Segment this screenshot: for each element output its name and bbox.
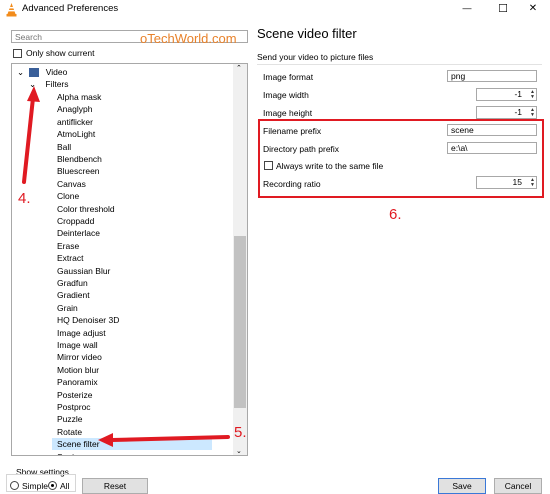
save-button[interactable]: Save (438, 478, 486, 494)
cancel-button[interactable]: Cancel (494, 478, 542, 494)
simple-label: Simple (22, 481, 48, 491)
all-label: All (60, 481, 70, 491)
simple-radio[interactable] (10, 481, 19, 490)
arrow-up-icon (22, 86, 40, 184)
annotation-arrows (22, 86, 230, 447)
all-radio[interactable] (48, 481, 57, 490)
arrow-left-icon (98, 433, 230, 447)
reset-preferences-button[interactable]: Reset Preferences (82, 478, 148, 494)
